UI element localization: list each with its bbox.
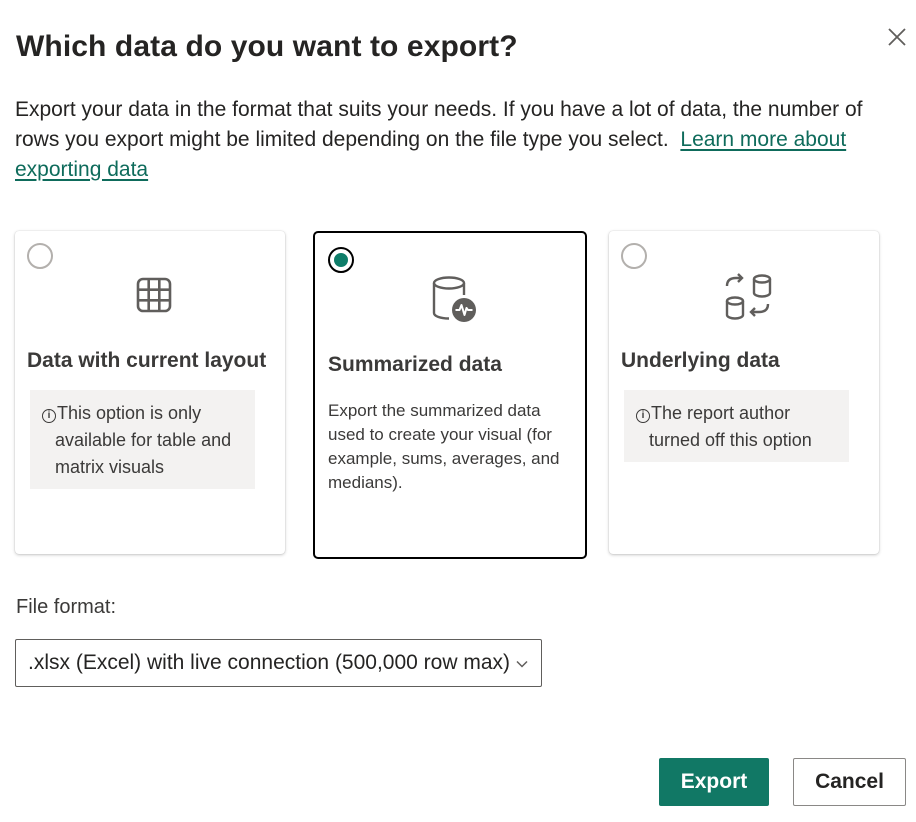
dialog-description: Export your data in the format that suit… [15, 95, 895, 185]
chevron-down-icon [516, 660, 528, 668]
info-icon: i [42, 409, 56, 423]
option-note: i This option is only available for table… [30, 390, 255, 489]
note-line: available for table and [55, 430, 232, 450]
close-icon[interactable] [885, 25, 909, 49]
note-line: turned off this option [649, 430, 812, 450]
info-icon: i [636, 409, 650, 423]
database-pulse-icon [432, 276, 476, 322]
cancel-button[interactable]: Cancel [793, 758, 906, 806]
radio-current-layout[interactable] [27, 243, 53, 269]
option-title: Summarized data [328, 353, 502, 376]
option-note: i The report author turned off this optio… [624, 390, 849, 462]
data-exchange-icon [725, 273, 772, 320]
file-format-dropdown[interactable]: .xlsx (Excel) with live connection (500,… [15, 639, 542, 687]
dialog-title: Which data do you want to export? [16, 30, 518, 63]
note-line: This option is only [57, 403, 202, 423]
option-card-summarized[interactable]: Summarized data Export the summarized da… [313, 231, 587, 559]
radio-summarized[interactable] [328, 247, 354, 273]
export-button[interactable]: Export [659, 758, 769, 806]
file-format-value: .xlsx (Excel) with live connection (500,… [28, 651, 511, 674]
option-title: Underlying data [621, 349, 780, 372]
radio-underlying[interactable] [621, 243, 647, 269]
note-line: matrix visuals [55, 457, 165, 477]
note-line: The report author [651, 403, 791, 423]
option-card-current-layout[interactable]: Data with current layout i This option is… [15, 231, 285, 554]
option-description: Export the summarized data used to creat… [328, 401, 560, 492]
option-title: Data with current layout [27, 349, 267, 372]
table-grid-icon [136, 277, 172, 313]
option-card-underlying[interactable]: Underlying data i The report author turne… [609, 231, 879, 554]
file-format-label: File format: [16, 596, 117, 618]
